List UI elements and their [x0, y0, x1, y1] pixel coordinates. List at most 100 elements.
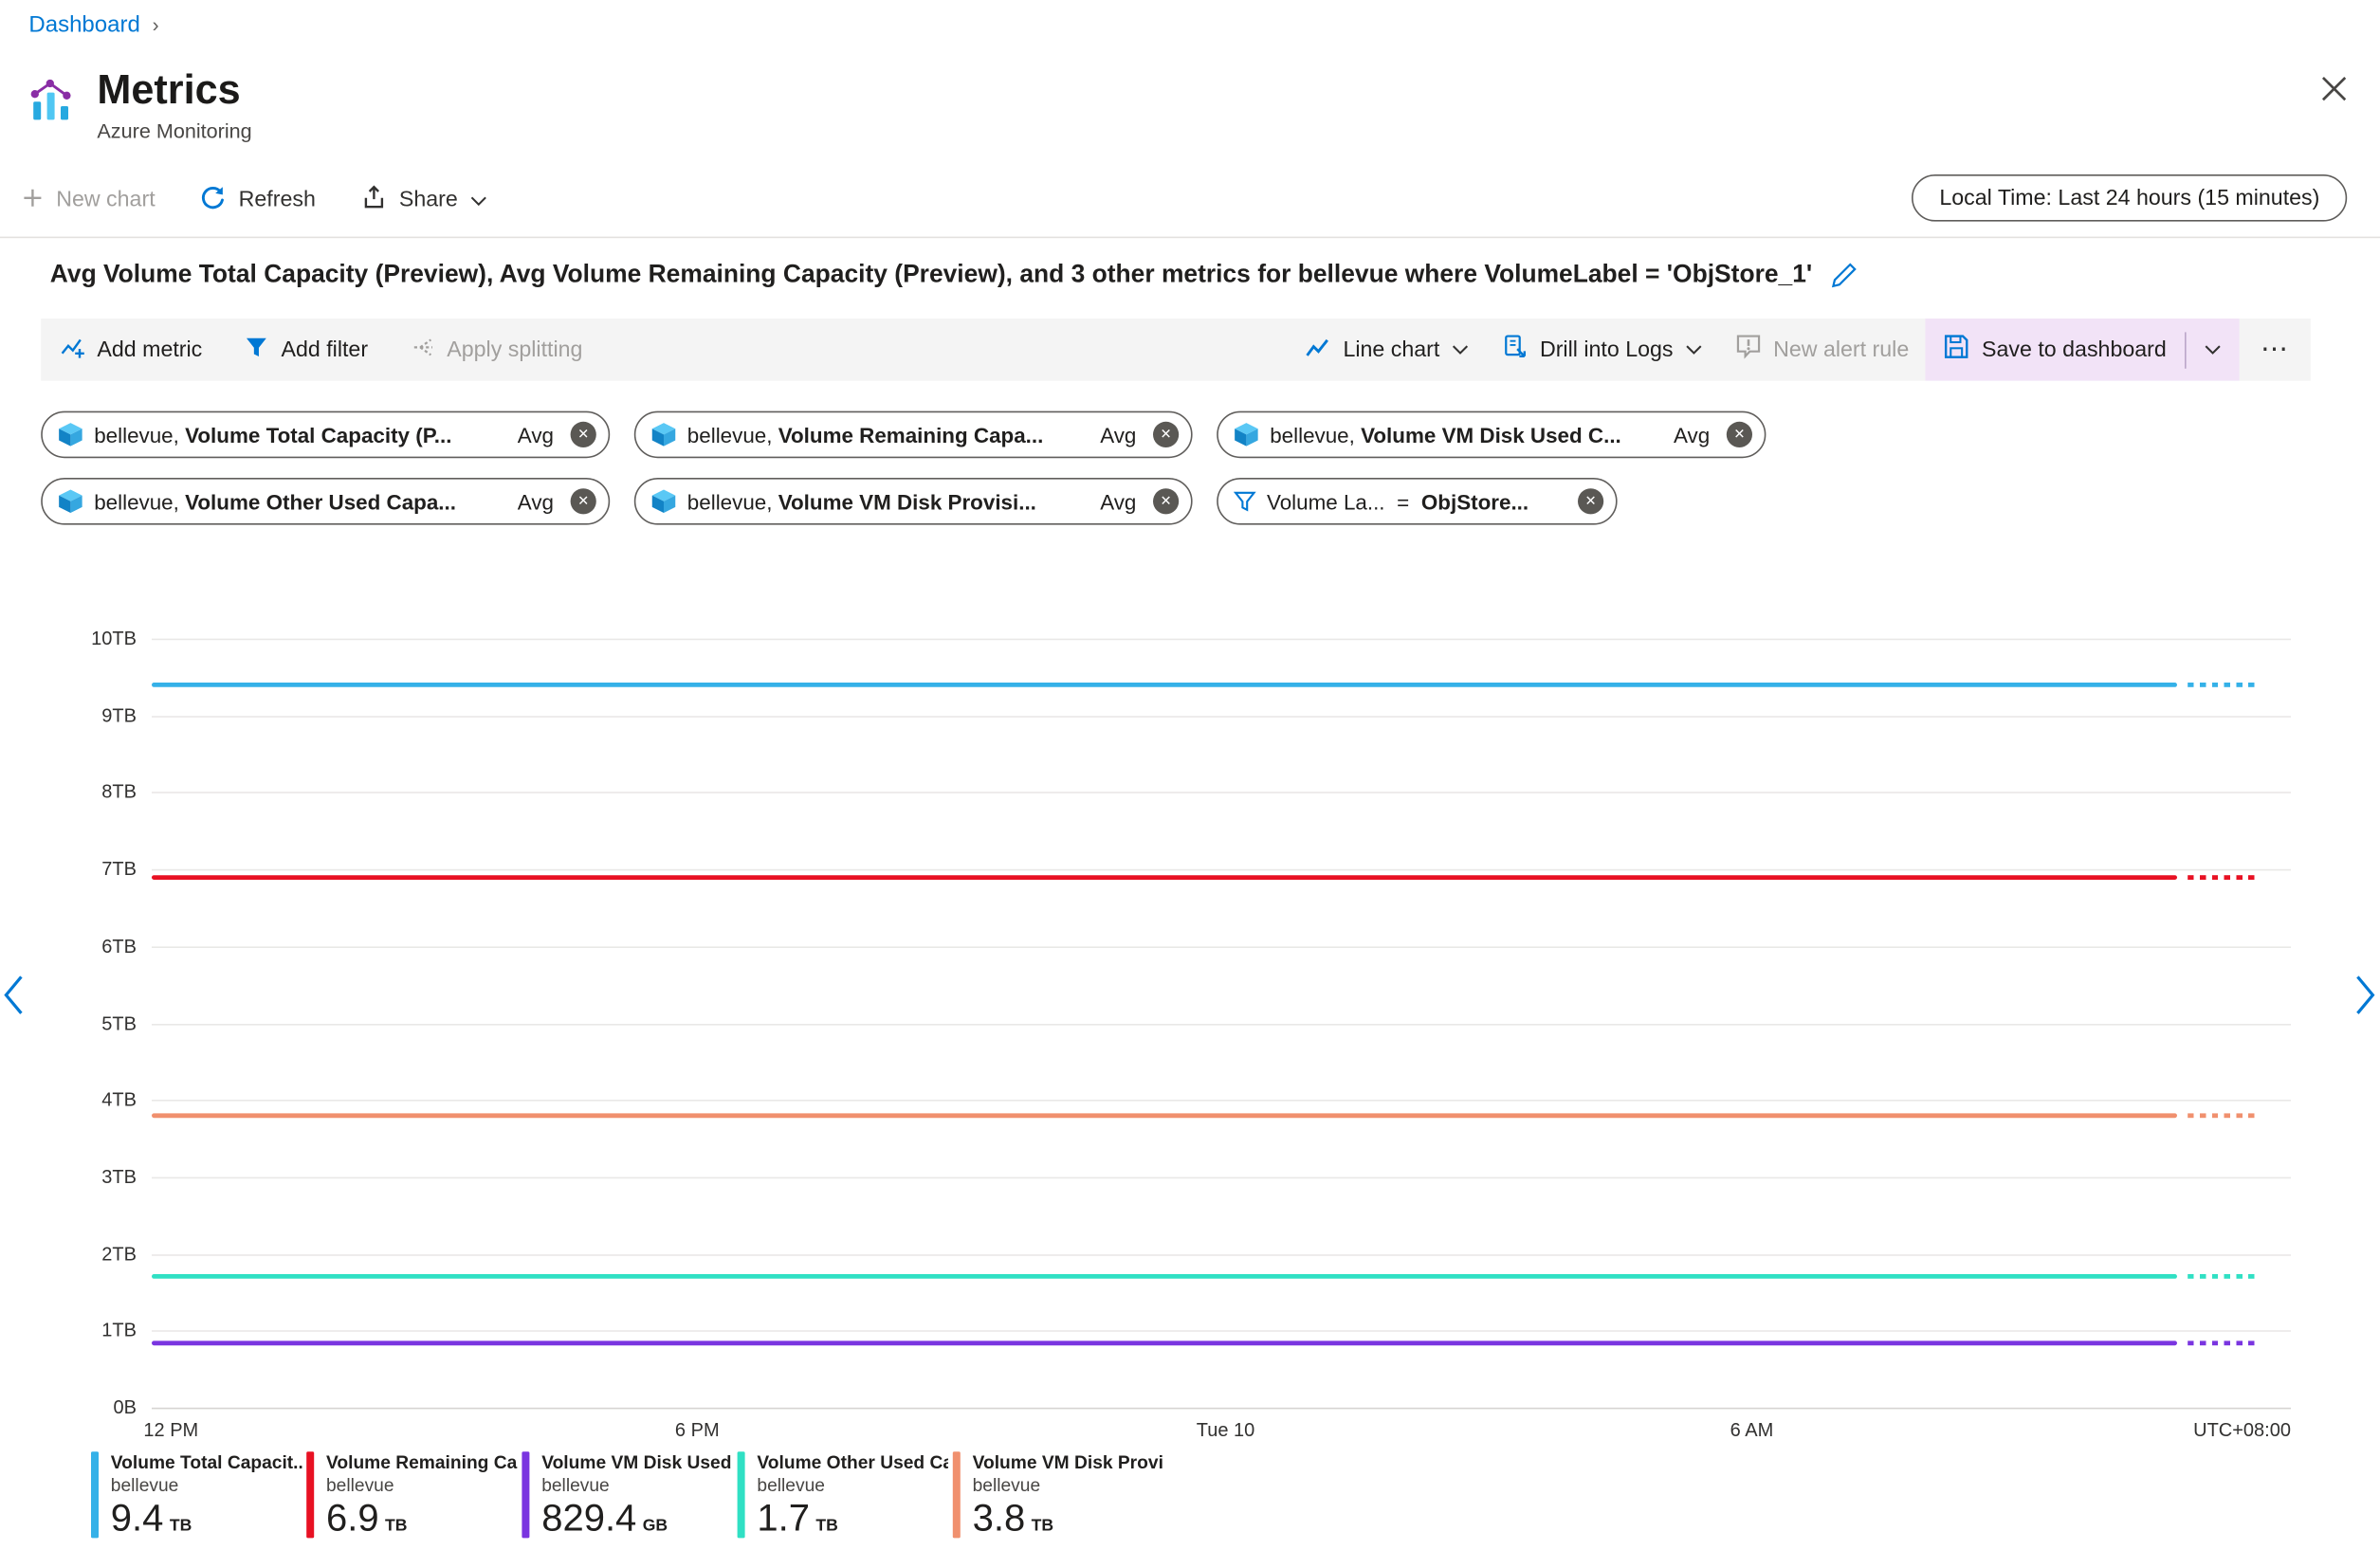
metrics-blade: Dashboard › Metrics Azure Monitoring New… — [0, 0, 2380, 1568]
gridline — [152, 868, 2291, 871]
more-commands-button[interactable]: ⋯ — [2240, 334, 2311, 366]
legend-item[interactable]: Volume VM Disk Provi... bellevue 3.8 TB — [952, 1451, 1168, 1540]
page-title: Metrics — [97, 66, 241, 113]
chart-type-selector[interactable]: Line chart — [1289, 319, 1486, 381]
resource-cube-icon — [58, 422, 83, 447]
y-axis-tick-label: 5TB — [101, 1012, 137, 1034]
series-line — [152, 874, 2178, 880]
legend-color-bar — [952, 1451, 961, 1539]
remove-metric-icon[interactable]: ✕ — [1153, 421, 1180, 447]
apply-splitting-button[interactable]: Apply splitting — [411, 335, 582, 365]
add-metric-button[interactable]: Add metric — [61, 335, 202, 365]
save-to-dashboard-dropdown[interactable] — [2187, 319, 2240, 381]
y-axis-tick-label: 6TB — [101, 935, 137, 957]
drill-into-logs-button[interactable]: Drill into Logs — [1485, 319, 1718, 381]
legend-item[interactable]: Volume Remaining Cap... bellevue 6.9 TB — [306, 1451, 522, 1540]
chart-plot-area[interactable] — [152, 638, 2291, 1410]
alert-rule-icon — [1735, 334, 1761, 366]
gridline — [152, 946, 2291, 948]
gridline — [152, 1253, 2291, 1256]
chevron-down-icon — [2205, 344, 2222, 355]
gridline — [152, 1023, 2291, 1025]
new-alert-rule-button[interactable]: New alert rule — [1719, 319, 1926, 381]
chart-toolbar-left: Add metric Add filter Apply splitting — [41, 319, 582, 381]
gridline — [152, 1407, 2291, 1410]
plus-icon — [21, 186, 44, 214]
y-axis-tick-label: 10TB — [91, 628, 137, 649]
gridline — [152, 1176, 2291, 1179]
series-line — [152, 1113, 2178, 1118]
resource-cube-icon — [58, 488, 83, 514]
breadcrumb-dashboard-link[interactable]: Dashboard — [28, 12, 139, 38]
metric-pill[interactable]: bellevue, Volume Remaining Capa... Avg ✕ — [633, 410, 1193, 459]
metric-pill[interactable]: bellevue, Volume Other Used Capa... Avg … — [41, 478, 611, 525]
series-line — [152, 1341, 2178, 1346]
remove-metric-icon[interactable]: ✕ — [1153, 488, 1180, 515]
legend-item[interactable]: Volume Total Capacit... bellevue 9.4 TB — [91, 1451, 306, 1540]
pill-text: bellevue, Volume Remaining Capa... — [687, 422, 1044, 447]
save-icon — [1944, 334, 1969, 366]
gridline — [152, 1330, 2291, 1333]
legend-item[interactable]: Volume Other Used Ca... bellevue 1.7 TB — [737, 1451, 953, 1540]
new-chart-button[interactable]: New chart — [21, 186, 156, 214]
gridline — [152, 792, 2291, 794]
edit-title-pencil-icon[interactable] — [1830, 263, 1856, 288]
legend-scope: bellevue — [757, 1474, 825, 1496]
legend-unit: TB — [385, 1517, 408, 1536]
chevron-down-icon — [470, 195, 487, 206]
add-filter-button[interactable]: Add filter — [245, 335, 368, 365]
save-to-dashboard-button[interactable]: Save to dashboard — [1926, 319, 2185, 381]
remove-metric-icon[interactable]: ✕ — [570, 421, 596, 447]
remove-metric-icon[interactable]: ✕ — [570, 488, 596, 515]
breadcrumb: Dashboard › — [28, 12, 158, 38]
apply-splitting-icon — [411, 335, 435, 365]
filter-funnel-icon — [1233, 490, 1256, 513]
chart-toolbar-right: Line chart Drill into Logs New alert rul — [1289, 319, 2311, 381]
resource-cube-icon — [1234, 422, 1259, 447]
drill-into-logs-label: Drill into Logs — [1539, 337, 1674, 362]
chart-type-label: Line chart — [1343, 337, 1440, 362]
legend-scope: bellevue — [541, 1474, 610, 1496]
legend-value: 9.4 — [110, 1497, 164, 1540]
close-blade-button[interactable] — [2321, 76, 2347, 101]
metric-pill[interactable]: bellevue, Volume VM Disk Used C... Avg ✕ — [1217, 410, 1767, 459]
next-chart-chevron[interactable] — [2354, 975, 2375, 1015]
refresh-button[interactable]: Refresh — [201, 184, 316, 216]
legend-item[interactable]: Volume VM Disk Used ... bellevue 829.4 GB — [522, 1451, 737, 1540]
x-axis-tick-label: 12 PM — [143, 1419, 199, 1441]
series-line-dashed-tail — [2188, 682, 2255, 687]
y-axis-tick-label: 0B — [113, 1396, 137, 1418]
time-range-picker[interactable]: Local Time: Last 24 hours (15 minutes) — [1912, 174, 2348, 222]
share-button[interactable]: Share — [361, 184, 486, 216]
y-axis-labels: 10TB 9TB 8TB 7TB 6TB 5TB 4TB 3TB 2TB 1TB 0B — [0, 628, 137, 1418]
legend-metric-name: Volume VM Disk Provi... — [972, 1451, 1164, 1473]
metric-pill[interactable]: bellevue, Volume VM Disk Provisi... Avg … — [633, 478, 1193, 525]
add-metric-label: Add metric — [97, 337, 203, 362]
previous-chart-chevron[interactable] — [3, 975, 24, 1015]
series-line — [152, 682, 2178, 687]
remove-metric-icon[interactable]: ✕ — [1726, 421, 1752, 447]
chevron-down-icon — [1685, 344, 1702, 355]
save-to-dashboard-label: Save to dashboard — [1982, 337, 2167, 362]
share-label: Share — [398, 188, 458, 212]
filter-icon — [245, 335, 269, 365]
filter-pill[interactable]: Volume La... = ObjStore... ✕ — [1217, 478, 1618, 525]
pill-text: bellevue, Volume VM Disk Provisi... — [687, 489, 1036, 514]
legend-color-bar — [91, 1451, 99, 1539]
y-axis-tick-label: 4TB — [101, 1089, 137, 1111]
y-axis-tick-label: 3TB — [101, 1166, 137, 1188]
metric-pill[interactable]: bellevue, Volume Total Capacity (P... Av… — [41, 410, 611, 459]
legend-unit: TB — [169, 1517, 192, 1536]
page-header: Metrics Azure Monitoring — [27, 64, 252, 142]
y-axis-tick-label: 1TB — [101, 1320, 137, 1341]
gridline — [152, 638, 2291, 641]
chevron-down-icon — [1452, 344, 1469, 355]
line-chart-icon — [1305, 334, 1330, 366]
pill-aggregation: Avg — [517, 422, 554, 447]
legend-metric-name: Volume Total Capacit... — [110, 1451, 302, 1473]
series-line-dashed-tail — [2188, 1113, 2255, 1118]
timezone-label: UTC+08:00 — [2193, 1419, 2291, 1441]
drill-into-logs-icon — [1502, 334, 1528, 366]
new-alert-rule-label: New alert rule — [1773, 337, 1910, 362]
remove-filter-icon[interactable]: ✕ — [1578, 488, 1604, 515]
